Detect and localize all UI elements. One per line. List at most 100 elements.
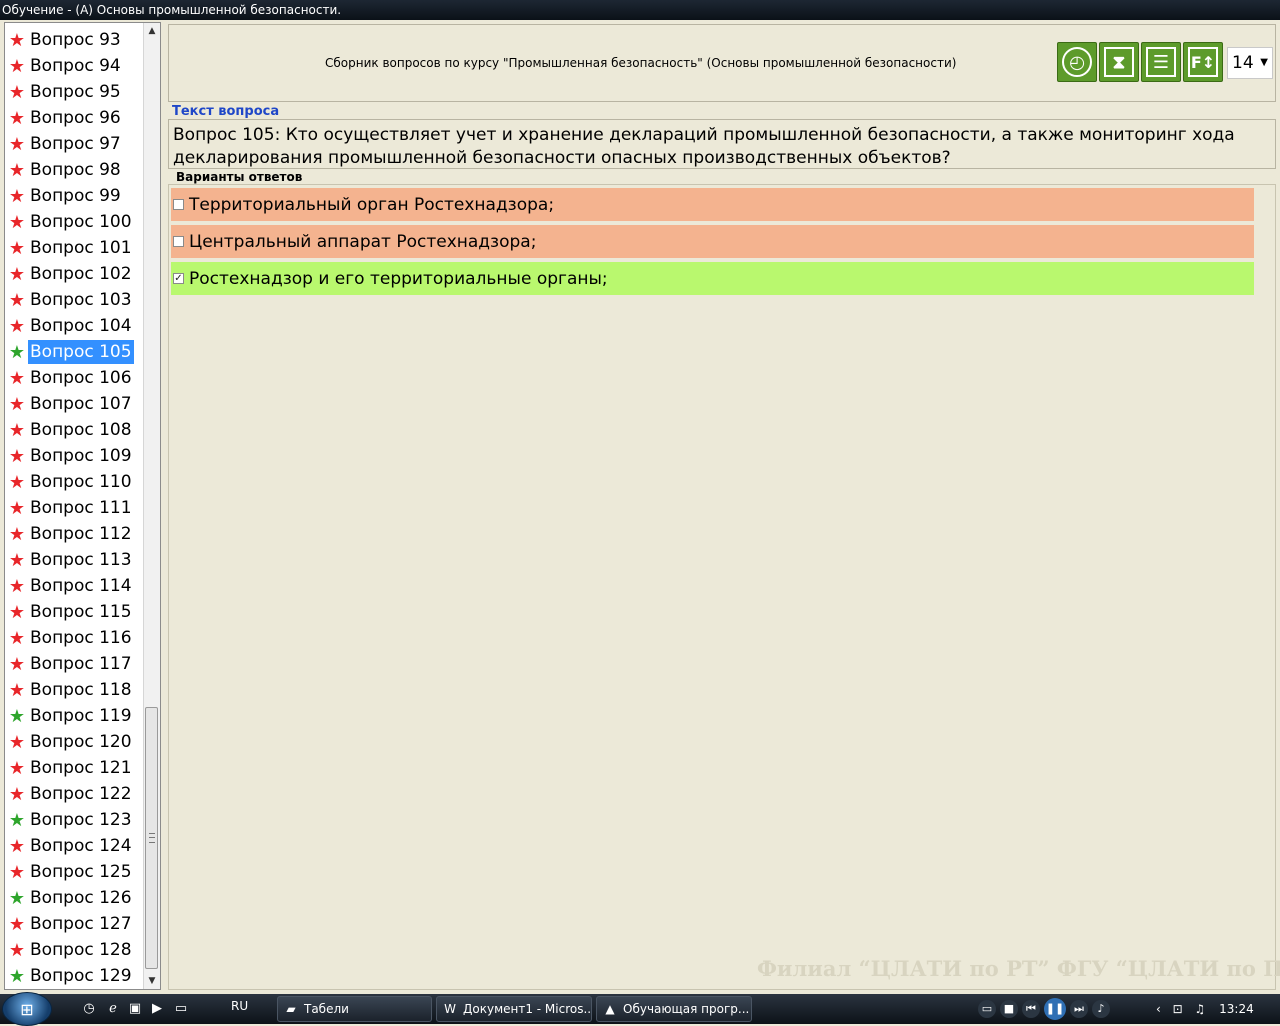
- answer-checkbox-3[interactable]: ✓: [173, 273, 184, 284]
- unanswered-star-icon: ★: [8, 861, 26, 883]
- question-list-item[interactable]: ★ Вопрос 121: [5, 755, 134, 781]
- question-list-item[interactable]: ★ Вопрос 105: [5, 339, 134, 365]
- unanswered-star-icon: ★: [8, 835, 26, 857]
- question-list-item[interactable]: ★ Вопрос 123: [5, 807, 134, 833]
- clock[interactable]: 13:24: [1219, 1002, 1254, 1016]
- clock-app-icon[interactable]: ◷: [80, 1000, 98, 1018]
- media-app-icon[interactable]: ▭: [978, 1000, 996, 1018]
- question-list-item-label: Вопрос 117: [30, 654, 132, 674]
- answered-star-icon: ★: [8, 965, 26, 987]
- question-list-item[interactable]: ★ Вопрос 102: [5, 261, 134, 287]
- question-list-item[interactable]: ★ Вопрос 118: [5, 677, 134, 703]
- question-list-item-label: Вопрос 108: [30, 420, 132, 440]
- unanswered-star-icon: ★: [8, 679, 26, 701]
- previous-icon[interactable]: ⏮: [1022, 1000, 1040, 1018]
- media-controls: ▭ ■ ⏮ ❚❚ ⏭ ♪: [978, 998, 1110, 1020]
- question-list-item[interactable]: ★ Вопрос 98: [5, 157, 123, 183]
- answer-option-2[interactable]: Центральный аппарат Ростехнадзора;: [171, 225, 1254, 258]
- answered-star-icon: ★: [8, 705, 26, 727]
- question-list-item[interactable]: ★ Вопрос 112: [5, 521, 134, 547]
- network-icon[interactable]: ⊡: [1173, 1002, 1183, 1016]
- question-list-item[interactable]: ★ Вопрос 107: [5, 391, 134, 417]
- question-list-scrollbar[interactable]: ▲ ▼: [143, 23, 160, 989]
- unanswered-star-icon: ★: [8, 601, 26, 623]
- font-size-button[interactable]: F↕: [1183, 42, 1223, 82]
- next-icon[interactable]: ⏭: [1070, 1000, 1088, 1018]
- question-list-item[interactable]: ★ Вопрос 129: [5, 963, 134, 989]
- language-indicator[interactable]: RU: [231, 999, 248, 1013]
- question-list-item[interactable]: ★ Вопрос 113: [5, 547, 134, 573]
- unanswered-star-icon: ★: [8, 419, 26, 441]
- question-list-item[interactable]: ★ Вопрос 111: [5, 495, 134, 521]
- unanswered-star-icon: ★: [8, 185, 26, 207]
- question-list-item[interactable]: ★ Вопрос 125: [5, 859, 134, 885]
- question-list-item-label: Вопрос 101: [30, 238, 132, 258]
- start-button[interactable]: ⊞: [2, 992, 52, 1026]
- hourglass-button[interactable]: ⧗: [1099, 42, 1139, 82]
- question-list-item[interactable]: ★ Вопрос 103: [5, 287, 134, 313]
- windows-logo-icon: ⊞: [20, 999, 34, 1019]
- unanswered-star-icon: ★: [8, 549, 26, 571]
- question-list-item[interactable]: ★ Вопрос 94: [5, 53, 123, 79]
- question-list-item[interactable]: ★ Вопрос 120: [5, 729, 134, 755]
- speaker-icon[interactable]: ♫: [1195, 1002, 1206, 1016]
- question-list-item[interactable]: ★ Вопрос 95: [5, 79, 123, 105]
- question-list-item[interactable]: ★ Вопрос 122: [5, 781, 134, 807]
- pause-icon[interactable]: ❚❚: [1044, 998, 1066, 1020]
- scroll-up-arrow-icon[interactable]: ▲: [144, 23, 160, 39]
- question-list-item[interactable]: ★ Вопрос 101: [5, 235, 134, 261]
- question-list-item-label: Вопрос 102: [30, 264, 132, 284]
- question-list[interactable]: ★ Вопрос 93 ★ Вопрос 94 ★ Вопрос 95 ★ Вопрос 96…: [4, 22, 161, 990]
- system-tray: ‹ ⊡ ♫ 13:24: [1140, 996, 1278, 1022]
- question-list-item-label: Вопрос 128: [30, 940, 132, 960]
- task-word-document[interactable]: W Документ1 - Micros...: [436, 996, 592, 1022]
- question-list-item-label: Вопрос 98: [30, 160, 121, 180]
- list-button[interactable]: ☰: [1141, 42, 1181, 82]
- question-list-item[interactable]: ★ Вопрос 99: [5, 183, 123, 209]
- question-list-item[interactable]: ★ Вопрос 108: [5, 417, 134, 443]
- window-switch-icon[interactable]: ▭: [172, 1000, 190, 1018]
- question-list-item[interactable]: ★ Вопрос 127: [5, 911, 134, 937]
- unanswered-star-icon: ★: [8, 159, 26, 181]
- answer-checkbox-2[interactable]: [173, 236, 184, 247]
- task-training-app[interactable]: ▲ Обучающая прогр...: [596, 996, 752, 1022]
- question-list-item-label: Вопрос 99: [30, 186, 121, 206]
- answer-option-3[interactable]: ✓ Ростехнадзор и его территориальные орг…: [171, 262, 1254, 295]
- unanswered-star-icon: ★: [8, 133, 26, 155]
- question-list-item-label: Вопрос 107: [30, 394, 132, 414]
- question-list-item[interactable]: ★ Вопрос 109: [5, 443, 134, 469]
- volume-icon[interactable]: ♪: [1092, 1000, 1110, 1018]
- task-folder[interactable]: ▰ Табели: [277, 996, 432, 1022]
- question-list-item[interactable]: ★ Вопрос 93: [5, 27, 123, 53]
- question-list-item-label: Вопрос 96: [30, 108, 121, 128]
- scrollbar-thumb[interactable]: [145, 707, 158, 969]
- show-desktop-icon[interactable]: ▣: [126, 1000, 144, 1018]
- unanswered-star-icon: ★: [8, 107, 26, 129]
- question-list-item[interactable]: ★ Вопрос 96: [5, 105, 123, 131]
- question-list-item[interactable]: ★ Вопрос 106: [5, 365, 134, 391]
- font-size-select[interactable]: 14 ▼: [1227, 47, 1273, 79]
- question-list-item[interactable]: ★ Вопрос 117: [5, 651, 134, 677]
- question-list-item[interactable]: ★ Вопрос 126: [5, 885, 134, 911]
- question-list-item[interactable]: ★ Вопрос 124: [5, 833, 134, 859]
- question-list-item[interactable]: ★ Вопрос 119: [5, 703, 134, 729]
- answered-star-icon: ★: [8, 887, 26, 909]
- answer-option-1[interactable]: Территориальный орган Ростехнадзора;: [171, 188, 1254, 221]
- question-list-item[interactable]: ★ Вопрос 97: [5, 131, 123, 157]
- question-list-item[interactable]: ★ Вопрос 116: [5, 625, 134, 651]
- question-list-item[interactable]: ★ Вопрос 104: [5, 313, 134, 339]
- media-player-icon[interactable]: ▶: [148, 1000, 166, 1018]
- stop-icon[interactable]: ■: [1000, 1000, 1018, 1018]
- clock-button[interactable]: ◴: [1057, 42, 1097, 82]
- question-text-line1: Вопрос 105: Кто осуществляет учет и хран…: [173, 125, 1235, 145]
- question-list-item[interactable]: ★ Вопрос 100: [5, 209, 134, 235]
- question-list-item[interactable]: ★ Вопрос 115: [5, 599, 134, 625]
- question-list-item[interactable]: ★ Вопрос 110: [5, 469, 134, 495]
- question-list-item[interactable]: ★ Вопрос 128: [5, 937, 134, 963]
- answer-checkbox-1[interactable]: [173, 199, 184, 210]
- scroll-down-arrow-icon[interactable]: ▼: [144, 973, 160, 989]
- unanswered-star-icon: ★: [8, 263, 26, 285]
- browser-icon[interactable]: ℯ: [104, 1000, 122, 1018]
- tray-expand-icon[interactable]: ‹: [1156, 1002, 1161, 1016]
- question-list-item[interactable]: ★ Вопрос 114: [5, 573, 134, 599]
